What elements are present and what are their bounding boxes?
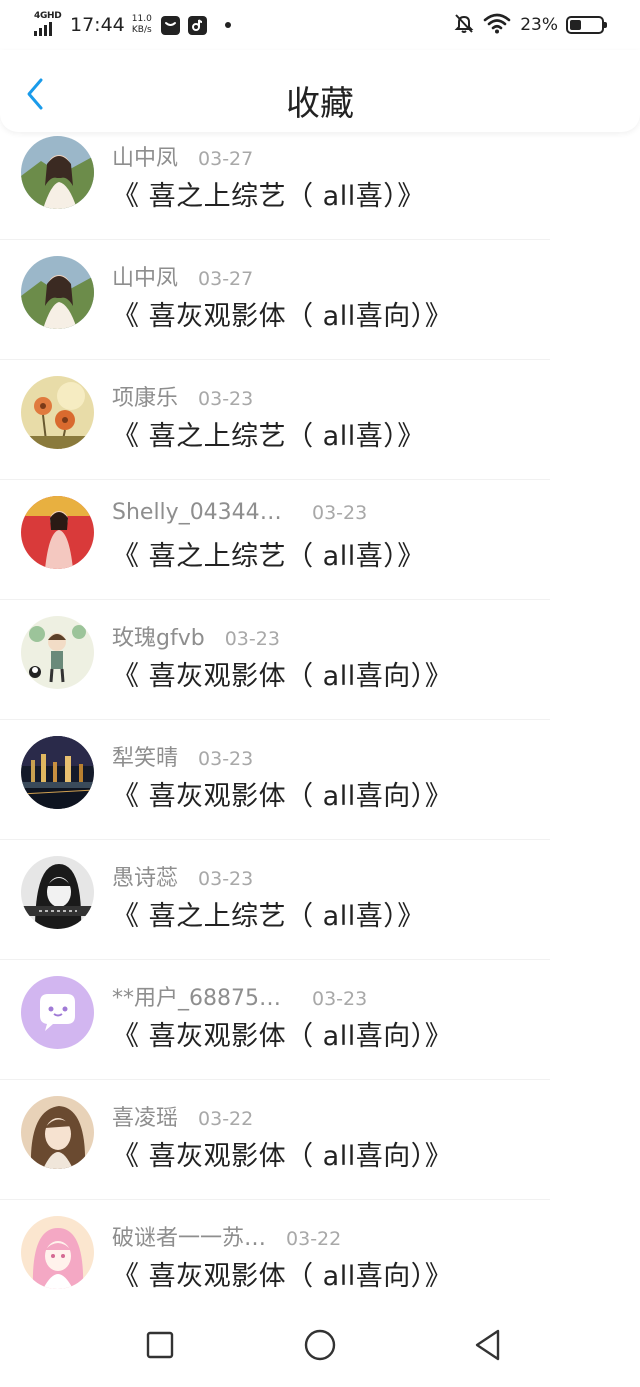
- avatar[interactable]: [21, 976, 94, 1049]
- date: 03-27: [198, 268, 254, 290]
- date: 03-23: [224, 628, 280, 650]
- network-type: 4GHD: [34, 11, 62, 21]
- item-meta: 喜凌瑶 03-22: [112, 1100, 253, 1132]
- avatar[interactable]: [21, 256, 94, 329]
- date: 03-23: [198, 748, 254, 770]
- user-name: 项康乐: [112, 386, 179, 411]
- user-name: 破谜者一一苏…: [112, 1226, 267, 1251]
- list-item[interactable]: 愚诗蕊 03-23 《 喜之上综艺（ all喜）》: [0, 840, 640, 960]
- avatar[interactable]: [21, 376, 94, 449]
- status-left: 4GHD 17:44 11.0 KB/s: [34, 10, 231, 40]
- list-item[interactable]: 犁笑晴 03-23 《 喜灰观影体（ all喜向）》: [0, 720, 640, 840]
- list-item[interactable]: Shelly_043448… 03-23 《 喜之上综艺（ all喜）》: [0, 480, 640, 600]
- work-title: 《 喜灰观影体（ all喜向）》: [112, 301, 453, 332]
- user-name: Shelly_043448…: [112, 500, 292, 525]
- avatar[interactable]: [21, 1096, 94, 1169]
- dot-icon: [224, 22, 231, 28]
- work-title: 《 喜之上综艺（ all喜）》: [112, 181, 425, 212]
- user-name: 玫瑰gfvb: [112, 626, 205, 651]
- user-name: 山中凤: [112, 266, 179, 291]
- recent-apps-button[interactable]: [138, 1325, 182, 1369]
- work-title: 《 喜之上综艺（ all喜）》: [112, 421, 425, 452]
- network-speed: 11.0 KB/s: [132, 14, 152, 36]
- item-meta: 愚诗蕊 03-23: [112, 860, 253, 892]
- list-item[interactable]: 项康乐 03-23 《 喜之上综艺（ all喜）》: [0, 360, 640, 480]
- clock: 17:44: [70, 14, 125, 36]
- user-name: 喜凌瑶: [112, 1106, 179, 1131]
- navigation-bar: [0, 1305, 640, 1387]
- item-meta: 破谜者一一苏… 03-22: [112, 1220, 341, 1252]
- square-icon: [145, 1330, 175, 1364]
- speed-unit: KB/s: [131, 25, 152, 35]
- avatar[interactable]: [21, 856, 94, 929]
- date: 03-23: [312, 502, 368, 524]
- work-title: 《 喜灰观影体（ all喜向）》: [112, 1021, 453, 1052]
- status-right: 23%: [453, 10, 607, 40]
- user-name: 犁笑晴: [112, 746, 179, 771]
- item-meta: 山中凤 03-27: [112, 140, 253, 172]
- date: 03-23: [198, 388, 254, 410]
- list-item[interactable]: 玫瑰gfvb 03-23 《 喜灰观影体（ all喜向）》: [0, 600, 640, 720]
- list-item[interactable]: 喜凌瑶 03-22 《 喜灰观影体（ all喜向）》: [0, 1080, 640, 1200]
- tiktok-icon: [187, 15, 207, 35]
- mute-bell-icon: [453, 12, 475, 38]
- page-title: 收藏: [286, 84, 354, 124]
- user-name: 愚诗蕊: [112, 866, 179, 891]
- avatar[interactable]: [21, 736, 94, 809]
- avatar[interactable]: [21, 1216, 94, 1289]
- date: 03-23: [312, 988, 368, 1010]
- list-item[interactable]: 山中凤 03-27 《 喜灰观影体（ all喜向）》: [0, 240, 640, 360]
- list-item[interactable]: 破谜者一一苏… 03-22 《 喜灰观影体（ all喜向）》: [0, 1200, 640, 1320]
- item-meta: Shelly_043448… 03-23: [112, 500, 367, 525]
- item-meta: 玫瑰gfvb 03-23: [112, 620, 280, 652]
- date: 03-22: [286, 1228, 342, 1250]
- list-item[interactable]: 山中凤 03-27 《 喜之上综艺（ all喜）》: [0, 120, 640, 240]
- list-item[interactable]: **用户_688759… 03-23 《 喜灰观影体（ all喜向）》: [0, 960, 640, 1080]
- date: 03-22: [198, 1108, 254, 1130]
- work-title: 《 喜灰观影体（ all喜向）》: [112, 781, 453, 812]
- battery-level: [570, 20, 581, 30]
- work-title: 《 喜灰观影体（ all喜向）》: [112, 661, 453, 692]
- notification-app-icon: [160, 15, 180, 35]
- status-bar: 4GHD 17:44 11.0 KB/s 23%: [0, 0, 640, 50]
- home-button[interactable]: [298, 1325, 342, 1369]
- battery-icon: [566, 16, 607, 34]
- work-title: 《 喜之上综艺（ all喜）》: [112, 901, 425, 932]
- work-title: 《 喜之上综艺（ all喜）》: [112, 541, 425, 572]
- work-title: 《 喜灰观影体（ all喜向）》: [112, 1141, 453, 1172]
- circle-icon: [303, 1328, 337, 1366]
- battery-percent: 23%: [520, 15, 558, 35]
- item-meta: **用户_688759… 03-23: [112, 980, 367, 1012]
- date: 03-27: [198, 148, 254, 170]
- avatar[interactable]: [21, 496, 94, 569]
- speed-value: 11.0: [131, 14, 152, 24]
- avatar[interactable]: [21, 616, 94, 689]
- user-name: 山中凤: [112, 146, 179, 171]
- triangle-back-icon: [472, 1328, 504, 1366]
- wifi-icon: [483, 12, 511, 38]
- system-back-button[interactable]: [466, 1325, 510, 1369]
- work-title: 《 喜灰观影体（ all喜向）》: [112, 1261, 453, 1292]
- date: 03-23: [198, 868, 254, 890]
- avatar[interactable]: [21, 136, 94, 209]
- signal-icon: 4GHD: [34, 11, 64, 39]
- user-name: **用户_688759…: [112, 986, 292, 1011]
- header: 收藏: [0, 50, 640, 132]
- item-meta: 项康乐 03-23: [112, 380, 253, 412]
- item-meta: 犁笑晴 03-23: [112, 740, 253, 772]
- item-meta: 山中凤 03-27: [112, 260, 253, 292]
- favorites-list: 山中凤 03-27 《 喜之上综艺（ all喜）》 山中凤 03-27 《 喜灰…: [0, 120, 640, 1320]
